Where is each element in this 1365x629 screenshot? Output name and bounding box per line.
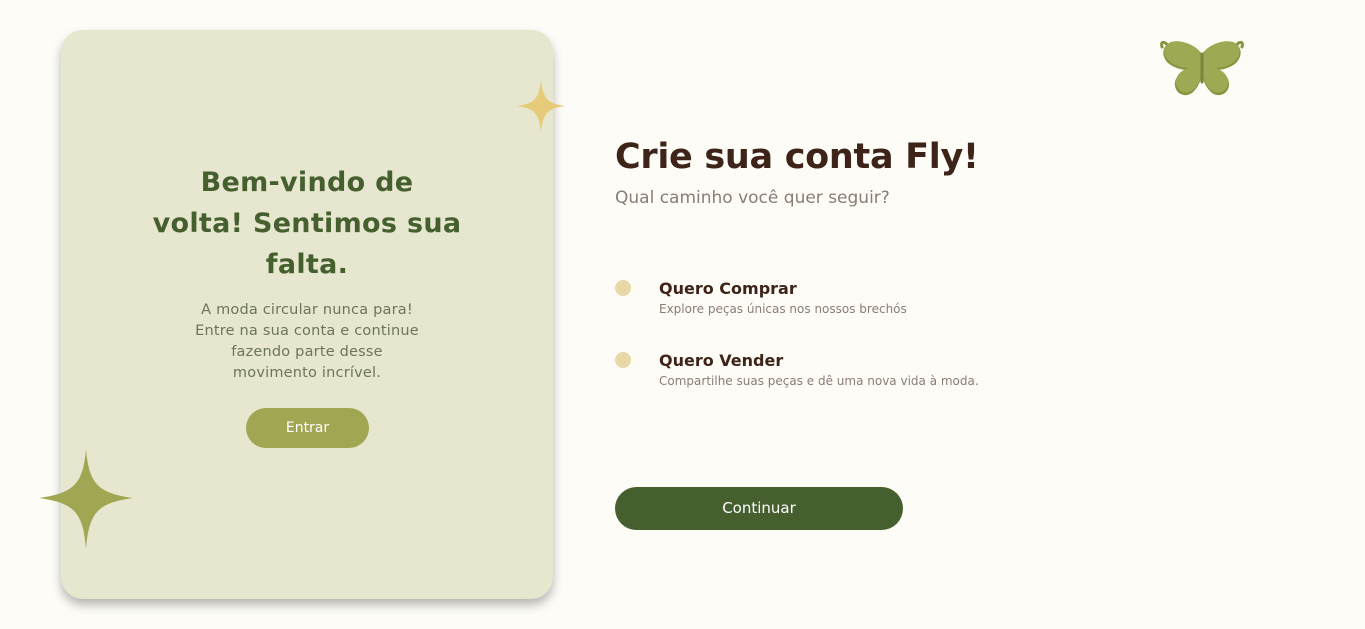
radio-button-sell[interactable] xyxy=(615,352,631,368)
welcome-title-line: volta! Sentimos sua xyxy=(152,208,462,239)
butterfly-icon xyxy=(1160,40,1244,96)
login-button[interactable]: Entrar xyxy=(246,408,369,448)
option-buy[interactable]: Quero Comprar Explore peças únicas nos n… xyxy=(615,278,1035,328)
welcome-title: Bem-vindo de volta! Sentimos sua falta. xyxy=(61,162,553,285)
welcome-title-line: Bem-vindo de xyxy=(200,167,414,198)
option-title: Quero Vender xyxy=(659,351,784,370)
option-title: Quero Comprar xyxy=(659,279,797,298)
page-title: Crie sua conta Fly! xyxy=(615,137,979,177)
sparkle-icon xyxy=(39,449,133,549)
welcome-text-line: A moda circular nunca para! xyxy=(201,302,413,318)
welcome-text-line: Entre na sua conta e continue xyxy=(195,323,419,339)
welcome-title-line: falta. xyxy=(265,249,349,280)
welcome-text: A moda circular nunca para! Entre na sua… xyxy=(61,300,553,384)
welcome-card: Bem-vindo de volta! Sentimos sua falta. … xyxy=(61,30,553,599)
continue-button[interactable]: Continuar xyxy=(615,487,903,530)
option-description: Compartilhe suas peças e dê uma nova vid… xyxy=(659,374,979,388)
welcome-text-line: movimento incrível. xyxy=(232,365,382,381)
sparkle-icon xyxy=(516,80,566,132)
radio-button-buy[interactable] xyxy=(615,280,631,296)
option-description: Explore peças únicas nos nossos brechós xyxy=(659,302,907,316)
page-subtitle: Qual caminho você quer seguir? xyxy=(615,188,890,208)
welcome-text-line: fazendo parte desse xyxy=(231,344,383,360)
option-sell[interactable]: Quero Vender Compartilhe suas peças e dê… xyxy=(615,350,1035,400)
